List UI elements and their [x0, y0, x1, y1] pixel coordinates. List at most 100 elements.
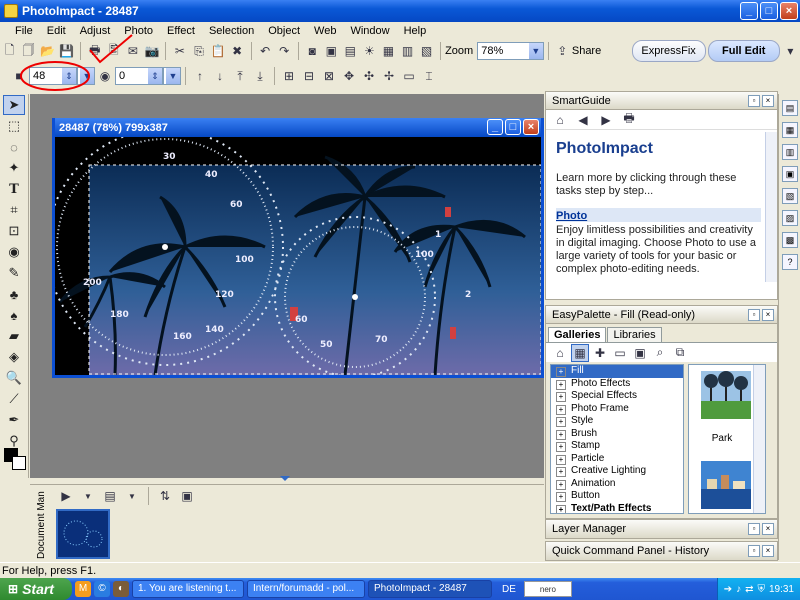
gallery-home-icon[interactable]: ⌂	[551, 344, 569, 362]
list-item[interactable]: Photo Effects	[551, 378, 683, 391]
play-icon[interactable]: ▶	[57, 487, 75, 505]
arrange-v-icon[interactable]: ✢	[380, 67, 398, 85]
minimize-button[interactable]: _	[740, 2, 758, 20]
smartguide-header[interactable]: SmartGuide ▫ ×	[546, 92, 777, 110]
send-back-icon[interactable]: ⤓	[251, 67, 269, 85]
preview-toggle-icon[interactable]: ▨	[782, 210, 798, 226]
document-title-bar[interactable]: 28487 (78%) 799x387 _ □ ×	[55, 118, 541, 137]
history-toggle-icon[interactable]: ▣	[782, 166, 798, 182]
gallery-copy-icon[interactable]: ⧉	[671, 344, 689, 362]
doc-close-button[interactable]: ×	[523, 119, 539, 135]
menu-object[interactable]: Object	[261, 25, 307, 37]
list-item[interactable]: Creative Lighting	[551, 465, 683, 478]
navigator-toggle-icon[interactable]: ▩	[782, 232, 798, 248]
text-tool-icon[interactable]: T	[3, 179, 25, 199]
sort-icon[interactable]: ⇅	[156, 487, 174, 505]
list-item[interactable]: Particle	[551, 453, 683, 466]
panel-close-icon[interactable]: ×	[762, 545, 774, 557]
size-spinner[interactable]: 48 ⇕	[29, 67, 77, 85]
eyedropper-icon[interactable]: ⟋	[3, 389, 25, 409]
list-item[interactable]: Brush	[551, 428, 683, 441]
save-icon[interactable]: 💾	[58, 42, 75, 60]
tab-galleries[interactable]: Galleries	[548, 327, 607, 342]
bring-front-icon[interactable]: ⤒	[231, 67, 249, 85]
print-icon[interactable]: 🖶	[86, 42, 103, 60]
smartguide-toggle-icon[interactable]: ▤	[782, 100, 798, 116]
gallery-view-icon[interactable]: ▭	[611, 344, 629, 362]
taskbar-item-forum[interactable]: Intern/forumadd - pol...	[247, 580, 365, 598]
zoom-tool-icon[interactable]: 🔍	[3, 368, 25, 388]
tray-arrow-icon[interactable]: ➔	[724, 584, 732, 595]
gallery-tree-icon[interactable]: ▦	[571, 343, 589, 362]
print-icon[interactable]: 🖶	[620, 111, 638, 129]
menu-web[interactable]: Web	[307, 25, 343, 37]
email-icon[interactable]: ✉	[124, 42, 141, 60]
quick-command-header[interactable]: Quick Command Panel - History ▫ ×	[546, 542, 777, 560]
fill-tool-icon[interactable]: ◈	[3, 347, 25, 367]
menu-window[interactable]: Window	[343, 25, 396, 37]
close-button[interactable]: ×	[780, 2, 798, 20]
list-item[interactable]: Button	[551, 490, 683, 503]
browser-icon[interactable]: ©	[94, 581, 110, 597]
new-from-template-icon[interactable]: 🗍	[20, 42, 37, 60]
arrange-h-icon[interactable]: ✣	[360, 67, 378, 85]
collapse-arrow-icon[interactable]	[280, 476, 290, 481]
help-icon[interactable]: ?	[782, 254, 798, 270]
tray-shield-icon[interactable]: ⛨	[757, 584, 765, 595]
gallery-search-icon[interactable]: ⌕	[651, 344, 669, 362]
pick-tool-icon[interactable]: ➤	[3, 95, 25, 115]
back-icon[interactable]: ◀	[574, 111, 592, 129]
paste-icon[interactable]: 📋	[210, 42, 227, 60]
redo-icon[interactable]: ↷	[276, 42, 293, 60]
lasso-tool-icon[interactable]: ◌	[3, 137, 25, 157]
menu-selection[interactable]: Selection	[202, 25, 261, 37]
list-item[interactable]: Stamp	[551, 440, 683, 453]
forward-icon[interactable]: ▶	[597, 111, 615, 129]
tab-libraries[interactable]: Libraries	[607, 327, 662, 342]
eye-tool-icon[interactable]: ◉	[3, 242, 25, 262]
sharpen-icon[interactable]: ▤	[342, 42, 359, 60]
tray-network-icon[interactable]: ⇄	[745, 584, 753, 595]
panel-restore-icon[interactable]: ▫	[748, 523, 760, 535]
copy-icon[interactable]: ⎘	[190, 42, 207, 60]
home-icon[interactable]: ⌂	[551, 111, 569, 129]
eraser-tool-icon[interactable]: ▰	[3, 326, 25, 346]
layer-manager-header[interactable]: Layer Manager ▫ ×	[546, 520, 777, 538]
gallery-add-icon[interactable]: ✚	[591, 344, 609, 362]
camera-icon[interactable]: ◙	[304, 42, 321, 60]
mail-icon[interactable]: M	[75, 581, 91, 597]
smartguide-photo-link[interactable]: Photo	[556, 208, 761, 222]
arrange-icon[interactable]: ✥	[340, 67, 358, 85]
material-toggle-icon[interactable]: ▧	[782, 188, 798, 204]
marquee-tool-icon[interactable]: ⬚	[3, 116, 25, 136]
magic-wand-icon[interactable]: ✦	[3, 158, 25, 178]
list-item[interactable]: Style	[551, 415, 683, 428]
panel-restore-icon[interactable]: ▫	[748, 94, 760, 107]
taskbar-item-music[interactable]: 1. You are listening t...	[132, 580, 244, 598]
cut-icon[interactable]: ✂	[171, 42, 188, 60]
acquire-icon[interactable]: 📷	[143, 42, 160, 60]
background-color-swatch[interactable]	[12, 456, 26, 470]
new-file-icon[interactable]: 🗋	[1, 42, 18, 60]
distribute-icon[interactable]: ⊠	[320, 67, 338, 85]
thumbnail-icon[interactable]: ▣	[178, 487, 196, 505]
list-item[interactable]: Text/Path Effects	[551, 503, 683, 513]
transform-tool-icon[interactable]: ⊡	[3, 221, 25, 241]
language-indicator[interactable]: DE	[502, 584, 516, 595]
align-center-icon[interactable]: ⊟	[300, 67, 318, 85]
start-button[interactable]: ⊞ Start	[0, 578, 72, 600]
image-canvas[interactable]: 30 40 60 100 120 140 160 180 200 60 50 70 100 2 1	[55, 137, 541, 375]
expressfix-button[interactable]: ExpressFix	[631, 40, 706, 62]
group-icon[interactable]: ▭	[400, 67, 418, 85]
easypalette-header[interactable]: EasyPalette - Fill (Read-only) ▫ ×	[546, 306, 777, 324]
panel-close-icon[interactable]: ×	[762, 308, 774, 321]
frame-icon[interactable]: ▥	[399, 42, 416, 60]
taskbar-item-photoimpact[interactable]: PhotoImpact - 28487	[368, 580, 492, 598]
menu-help[interactable]: Help	[397, 25, 434, 37]
list-item[interactable]: Special Effects	[551, 390, 683, 403]
share-icon[interactable]: ⇪	[554, 42, 571, 60]
preview-scrollbar[interactable]	[753, 365, 765, 513]
brightness-icon[interactable]: ☀	[361, 42, 378, 60]
panel-restore-icon[interactable]: ▫	[748, 308, 760, 321]
chevron-down-icon[interactable]: ▼	[79, 487, 97, 505]
